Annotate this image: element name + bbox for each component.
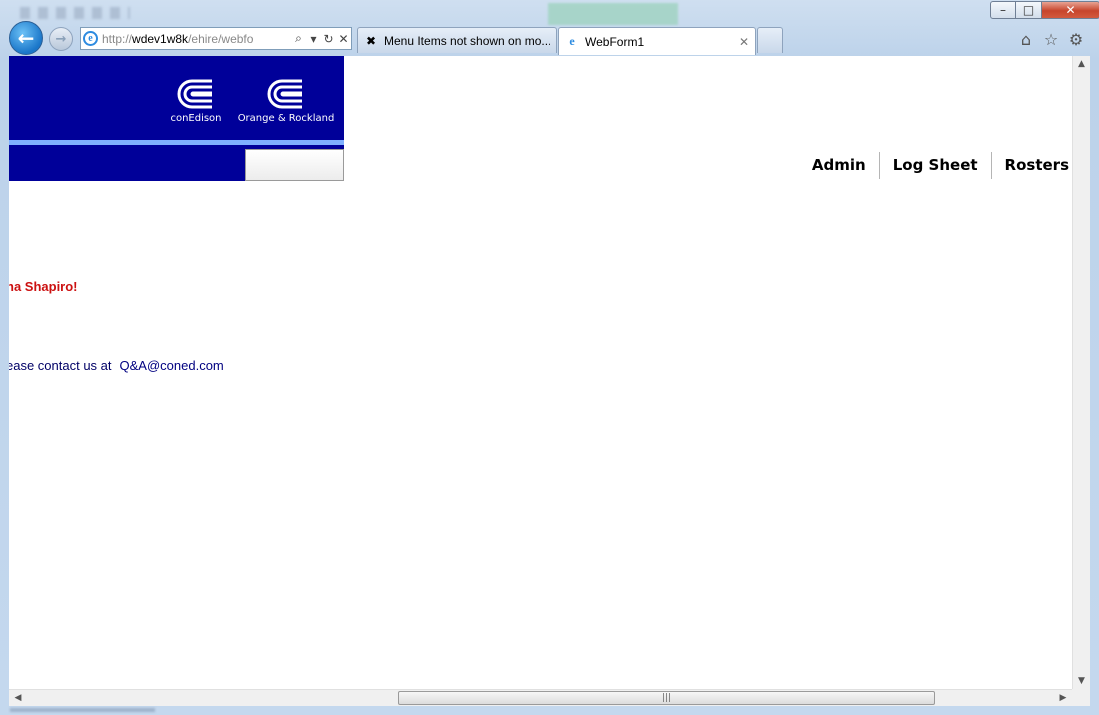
forward-button[interactable]: → [49, 27, 73, 51]
scroll-left-icon[interactable]: ◀ [11, 690, 25, 706]
page-viewport: conEdison Orange & Rockland Admin Log Sh… [9, 56, 1072, 689]
menu-item-rosters[interactable]: Rosters [992, 151, 1069, 179]
contact-text: ease contact us at [9, 358, 112, 373]
menu-item-log-sheet[interactable]: Log Sheet [880, 151, 991, 179]
forward-arrow-icon: → [55, 31, 67, 47]
address-bar[interactable]: e http://wdev1w8k/ehire/webfo ⌕ ▾ ↻ ✕ [80, 27, 352, 50]
back-arrow-icon: ← [17, 26, 35, 50]
scroll-down-icon[interactable]: ▼ [1073, 676, 1090, 686]
refresh-icon[interactable]: ↻ [321, 32, 336, 46]
horizontal-scrollbar[interactable]: ◀ ||| ▶ [9, 689, 1072, 706]
search-icon[interactable]: ⌕ [291, 31, 306, 46]
orange-rockland-mark-icon [267, 79, 302, 109]
contact-line: ease contact us at Q&A@coned.com [9, 358, 224, 373]
menu-item-admin[interactable]: Admin [799, 151, 879, 179]
stop-icon[interactable]: ✕ [336, 32, 351, 46]
conedison-mark-icon [177, 79, 212, 109]
tab-webform1[interactable]: e WebForm1 ✕ [558, 27, 756, 55]
dropdown-arrow-icon[interactable]: ▾ [306, 32, 321, 46]
minimize-button[interactable]: – [990, 1, 1016, 19]
maximize-button[interactable]: □ [1016, 1, 1042, 19]
new-tab-button[interactable] [757, 27, 783, 53]
quick-access-toolbar [20, 7, 130, 19]
ie-page-icon: e [83, 31, 98, 46]
home-icon[interactable]: ⌂ [1016, 29, 1036, 49]
contact-email-link[interactable]: Q&A@coned.com [120, 358, 224, 373]
favorites-star-icon[interactable]: ☆ [1041, 29, 1061, 49]
title-bar-highlight [548, 3, 678, 25]
orange-rockland-logo: Orange & Rockland [231, 78, 341, 124]
main-menu: Admin Log Sheet Rosters [799, 151, 1069, 179]
ie-icon: e [569, 34, 575, 48]
horizontal-scroll-thumb[interactable]: ||| [398, 691, 935, 705]
back-button[interactable]: ← [9, 21, 43, 55]
tab-menu-items[interactable]: ✖ Menu Items not shown on mo... [357, 27, 557, 53]
site-banner: conEdison Orange & Rockland [9, 56, 344, 181]
stack-exchange-icon: ✖ [365, 33, 377, 48]
gear-icon[interactable]: ⚙ [1066, 29, 1086, 49]
vertical-scrollbar[interactable]: ▲ ▼ [1072, 56, 1090, 689]
scroll-up-icon[interactable]: ▲ [1073, 59, 1090, 69]
scroll-right-icon[interactable]: ▶ [1056, 690, 1070, 706]
window-controls: – □ ✕ [990, 1, 1099, 20]
browser-toolbar: ⌂ ☆ ⚙ [1016, 29, 1086, 49]
close-tab-icon[interactable]: ✕ [739, 35, 749, 49]
url-field[interactable]: http://wdev1w8k/ehire/webfo [102, 32, 291, 46]
banner-search-box[interactable] [245, 149, 344, 181]
scrollbar-corner [1072, 689, 1090, 706]
welcome-message: na Shapiro! [9, 279, 78, 294]
status-bar [10, 708, 155, 712]
close-window-button[interactable]: ✕ [1042, 1, 1099, 19]
